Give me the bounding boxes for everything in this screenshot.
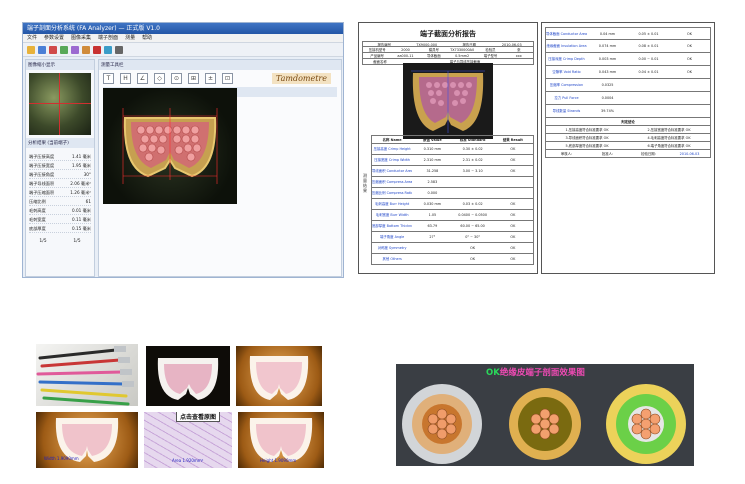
terminal-section-photo-4[interactable]: Height 1.9090mm [238,412,324,468]
report-icon[interactable] [82,45,90,54]
settings-icon[interactable] [115,45,123,54]
angle-tool-icon[interactable]: ∠ [137,73,148,84]
menu-item-file[interactable]: 文件 [27,34,37,42]
measure-table: 端子压接高度 1.41 毫米 端子压接宽度 1.95 毫米 端子压接角度 30° 端子… [29,152,91,233]
crimp-photo-icon [411,70,485,133]
menu-item-section[interactable]: 端子剖面 [98,34,118,42]
table-row: 毛刺宽度 0.11 毫米 [29,217,91,224]
area-tool-icon[interactable]: ◇ [154,73,165,84]
height-tool-icon[interactable]: H [120,73,131,84]
insulation-title: OK绝缘皮端子剖面效果图 [486,368,585,378]
terminal-section-photo-1[interactable] [146,346,230,406]
terminal-section-photo-2[interactable] [236,346,322,406]
table-row: 压缩面积 Compress Area 2.583 [371,177,534,188]
table-row: 拉力 Pull Force 0.0004 [545,92,711,105]
measure-tools: T H ∠ ◇ ⊙ ⊞ ± ⊡ Tamdometre [99,70,341,87]
table-row: 毛刺高度 0.01 毫米 [29,208,91,215]
toolbar [23,43,343,57]
table-row: 1.压接高度符合标准要求 OK 2.压接宽度符合标准要求 OK [545,126,711,134]
image-panel-title: 测量工具栏 [99,60,341,70]
offset-tool-icon[interactable]: ± [205,73,216,84]
table-row: 对称度 Symmetry OK OK [371,243,534,254]
left-panel: 图像缩小显示 分析结果 (当前端子) 端子压接高度 1.41 毫米 端子压接宽度 1… [25,59,95,277]
thumbnail-title: 图像缩小显示 [26,60,94,70]
table-row: 导线面积 Conductor Area 31.258 3.00 ~ 3.10 OK [371,166,534,177]
crimp-section-icon [157,358,219,400]
pager: 1/5 1/5 [39,239,81,244]
text-tool-icon[interactable]: T [103,73,114,84]
table-row: 端子导线面积 2.06 毫米² [29,181,91,188]
measure-icon[interactable] [71,45,79,54]
view-original-caption[interactable]: 点击查看原图 [176,412,221,422]
table-row: 端子压接高度 1.41 毫米 [29,154,91,161]
image-panel: 测量工具栏 T H ∠ ◇ ⊙ ⊞ ± ⊡ Tamdometre 端子截面图像 [98,59,342,277]
menu-item-params[interactable]: 参数设置 [44,34,64,42]
table-row: 压接高度 Crimp Height 0.310 mm 0.30 ± 0.02 OK [371,144,534,155]
report-page-2: 导体截面 Conductor Area 0.04 mm 0.05 ± 0.01 OK … [541,22,715,274]
measure-label: Area 1.920mm² [172,458,204,463]
print-icon[interactable] [60,45,68,54]
open-icon[interactable] [27,45,35,54]
measure-label: Width 1.9090mm [44,456,79,461]
measurement-table: 名称 Name 数值 Value 标准 Standard 结果 Result 压接高度… [371,135,534,265]
wire-terminals-photo[interactable] [36,344,138,406]
grid-tool-icon[interactable]: ⊞ [188,73,199,84]
report-title: 端子截面分析报告 [420,29,476,38]
table-header: 名称 Name 数值 Value 标准 Standard 结果 Result [371,135,534,144]
table-row: 导体截面 Conductor Area 0.04 mm 0.05 ± 0.01 OK [545,27,711,40]
cross-section-viewer[interactable] [103,88,237,204]
thumbnail-image[interactable] [29,73,91,135]
table-row: 端子压接宽度 1.95 毫米 [29,163,91,170]
table-row: 导线数量 Strands 39.74% [545,105,711,118]
table-row: 绝缘截面 Insulation Area 0.074 mm 0.08 ± 0.01 O… [545,40,711,53]
table-row: 端子压缩面积 1.26 毫米² [29,190,91,197]
frame-tool-icon[interactable]: ⊡ [222,73,233,84]
table-row: 其他 Others OK OK [371,254,534,265]
table-row: 压接宽度 Crimp Width 2.310 mm 2.31 ± 0.02 OK [371,155,534,166]
camera-icon[interactable] [49,45,57,54]
table-row: 毛刺宽度 Burr Width 1.05 0.0400 ~ 0.0500 OK [371,210,534,221]
menu-item-measure[interactable]: 测量 [125,34,135,42]
table-row: 毛刺高度 Burr Height 0.030 mm 0.03 ± 0.02 OK [371,199,534,210]
table-row: 底部厚度 0.15 毫米 [29,226,91,233]
table-row: 空隙率 Void Ratio 0.043 mm 0.04 ± 0.01 OK [545,66,711,79]
strand-detail-photo[interactable]: 点击查看原图 Area 1.920mm² [144,412,232,468]
table-row: 压接深度 Crimp Depth 0.003 mm 0.00 ~ 0.01 OK [545,53,711,66]
delete-icon[interactable] [93,45,101,54]
measure-label: Height 1.9090mm [260,458,297,463]
report-page-1: 端子截面分析报告 报告编号 TX9000-000 报告日期 2010-06-03 压接… [358,22,538,274]
table-row: 压缩率 Compression 0.0325 [545,79,711,92]
brand-logo: Tamdometre [271,73,331,84]
signature-row: 审核人: 批准人: 检验日期: 2010-06-03 [545,150,711,158]
side-label: 测量结果 [363,173,367,193]
table-row: 端子压接角度 30° [29,172,91,179]
table-row: 端子角度 Angle 27° 0° ~ 30° OK [371,232,534,243]
menu-item-capture[interactable]: 图像采集 [71,34,91,42]
crimp-section-icon [249,356,309,400]
conclusion-title: 判定结论 [545,118,711,126]
software-window: 端子剖面分析系统 (FA Analyzer) — 正式版 V1.0 文件 参数设… [22,22,344,278]
circle-tool-icon[interactable]: ⊙ [171,73,182,84]
menu-item-help[interactable]: 帮助 [142,34,152,42]
window-title: 端子剖面分析系统 (FA Analyzer) — 正式版 V1.0 [23,23,343,34]
measure-title: 分析结果 (当前端子) [26,138,94,148]
crimp-cross-section-icon [122,108,218,184]
table-row: 压缩比例 61 [29,199,91,206]
report-cross-section-photo [403,63,493,139]
save-icon[interactable] [38,45,46,54]
insulated-wire-sections-icon [402,384,686,464]
table-row: 底部厚度 Bottom Thickness63.7960.00 ~ 65.00O… [371,221,534,232]
table-row: 5.底部厚度符合标准要求 OK 6.端子角度符合标准要求 OK [545,142,711,150]
table-row: 3.导线面积符合标准要求 OK 4.毛刺高度符合标准要求 OK [545,134,711,142]
terminal-section-photo-3[interactable]: Width 1.9090mm [36,412,138,468]
continued-table: 导体截面 Conductor Area 0.04 mm 0.05 ± 0.01 OK … [545,27,711,158]
zoom-icon[interactable] [104,45,112,54]
wires-icon [36,346,134,406]
insulation-section-panel[interactable]: OK绝缘皮端子剖面效果图 [396,364,694,466]
report-header-grid: 报告编号 TX9000-000 报告日期 2010-06-03 压接机型号 2000 模具… [362,41,534,65]
table-row: 压缩比例 Compress Ratio 0.000 [371,188,534,199]
menu-bar: 文件 参数设置 图像采集 端子剖面 测量 帮助 [23,34,343,43]
